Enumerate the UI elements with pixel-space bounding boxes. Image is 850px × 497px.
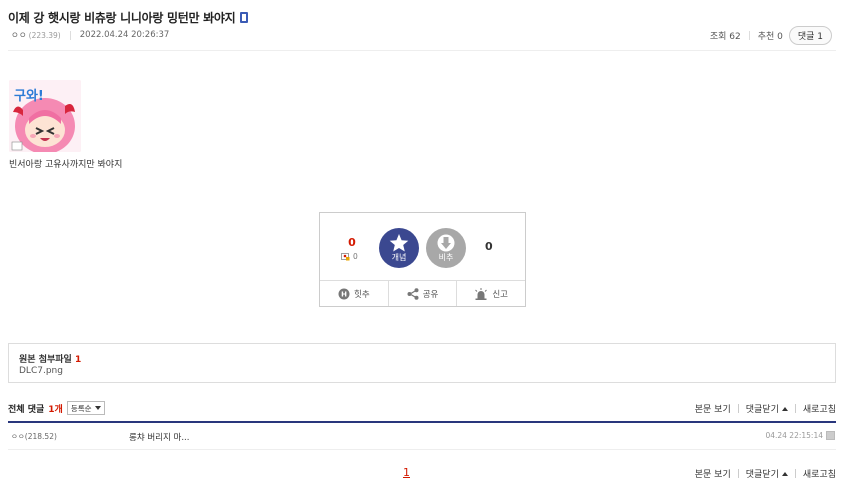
vote-area: 0 0 개념 비추 0	[320, 213, 525, 280]
comments-header: 전체 댓글 1개 등록순	[8, 401, 105, 415]
report-button[interactable]: 신고	[457, 281, 525, 306]
divider	[748, 31, 750, 40]
fixed-user-icon	[341, 253, 350, 261]
hit-icon: H	[338, 288, 350, 299]
fixed-recommend: 0	[341, 252, 358, 261]
fixed-recommend-count: 0	[353, 252, 358, 261]
comment-sort-value: 등록순	[70, 403, 92, 413]
comment-actions-top: 본문 보기 댓글닫기 새로고침	[695, 402, 836, 415]
sticker-illustration: 구와!	[9, 80, 81, 152]
attachment-file-link[interactable]: DLC7.png	[19, 366, 63, 376]
divider	[794, 404, 796, 413]
attachment-label: 원본 첨부파일 1	[19, 352, 81, 365]
arrow-down-icon	[437, 234, 455, 251]
caret-up-icon	[781, 406, 788, 411]
attachment-count: 1	[74, 355, 82, 365]
view-body-link[interactable]: 본문 보기	[695, 402, 731, 415]
refresh-link-bottom[interactable]: 새로고침	[803, 467, 836, 480]
post-body-text: 빈서아랑 고유사까지만 봐야지	[9, 160, 123, 170]
header-divider	[8, 50, 836, 51]
siren-icon	[475, 287, 488, 300]
divider	[737, 404, 739, 413]
comments-header-count: 1개	[48, 404, 63, 415]
comments-header-label: 전체 댓글	[8, 404, 45, 415]
upvote-label: 개념	[391, 252, 407, 262]
chevron-down-icon	[94, 406, 101, 410]
divider	[69, 30, 71, 40]
vote-actions: H 힛추 공유 신고	[320, 280, 525, 306]
refresh-link[interactable]: 새로고침	[803, 402, 836, 415]
vote-box: 0 0 개념 비추 0 H 힛추 공유 신고	[319, 212, 526, 307]
hit-recommend-label: 힛추	[354, 289, 370, 300]
downvote-button[interactable]: 비추	[426, 228, 466, 268]
comment-actions-bottom: 본문 보기 댓글닫기 새로고침	[695, 467, 836, 480]
writer-ip: (223.39)	[28, 30, 61, 40]
downvote-label: 비추	[438, 252, 454, 262]
views-count: 조회 62	[709, 32, 741, 42]
attachment-label-text: 원본 첨부파일	[19, 355, 72, 365]
delete-comment-icon[interactable]	[826, 431, 835, 440]
close-comments-link[interactable]: 댓글닫기	[746, 402, 788, 415]
comment-count-button[interactable]: 댓글 1	[788, 26, 832, 45]
post-title: 이제 강 햇시랑 비츄랑 니니아랑 밍턴만 봐야지	[8, 9, 249, 26]
share-button[interactable]: 공유	[389, 281, 458, 306]
caret-up-icon	[781, 471, 788, 476]
report-label: 신고	[492, 289, 508, 300]
comment-time: 04.24 22:15:14	[765, 431, 823, 440]
comment-page-current[interactable]: 1	[403, 466, 410, 479]
upvote-button[interactable]: 개념	[379, 228, 419, 268]
star-icon	[389, 233, 409, 251]
post-date: 2022.04.24 20:26:37	[79, 30, 170, 40]
close-comments-label-bottom: 댓글닫기	[745, 470, 779, 480]
post-title-text: 이제 강 햇시랑 비츄랑 니니아랑 밍턴만 봐야지	[8, 11, 236, 25]
divider	[737, 469, 739, 478]
sticker-image: 구와!	[9, 80, 81, 152]
close-comments-label: 댓글닫기	[745, 405, 779, 415]
close-comments-link-bottom[interactable]: 댓글닫기	[746, 467, 788, 480]
writer-name[interactable]: ㅇㅇ	[11, 29, 27, 41]
upvote-count: 0	[348, 236, 356, 249]
post-meta: ㅇㅇ (223.39) 2022.04.24 20:26:37	[11, 29, 169, 41]
comment-sort-select[interactable]: 등록순	[66, 401, 105, 415]
view-body-link-bottom[interactable]: 본문 보기	[695, 467, 731, 480]
post-stats: 조회 62 추천 0 댓글 1	[710, 26, 832, 45]
comment-row: ㅇㅇ(218.52) 롱챠 버리지 마... 04.24 22:15:14	[8, 423, 836, 450]
mobile-icon	[240, 12, 249, 23]
share-label: 공유	[422, 289, 439, 300]
hit-icon-letter: H	[341, 290, 347, 298]
comment-writer[interactable]: ㅇㅇ(218.52)	[11, 431, 57, 442]
downvote-count: 0	[485, 240, 493, 253]
sticker-caption: 구와!	[14, 88, 44, 104]
share-icon	[407, 287, 419, 300]
divider	[794, 469, 796, 478]
attachment-box: 원본 첨부파일 1 DLC7.png	[8, 343, 836, 383]
hit-recommend-button[interactable]: H 힛추	[320, 281, 389, 306]
recommend-count: 추천 0	[757, 32, 783, 42]
comment-text: 롱챠 버리지 마...	[129, 433, 190, 443]
